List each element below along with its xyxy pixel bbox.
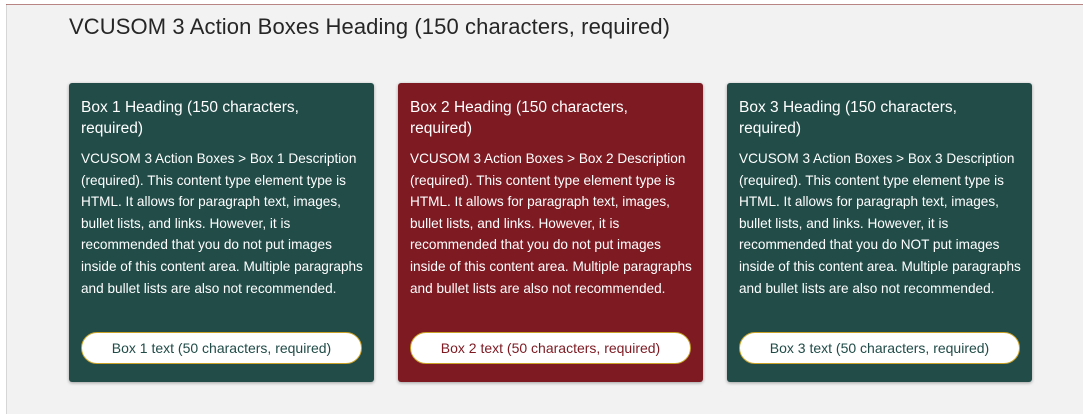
box-1-heading: Box 1 Heading (150 characters, required)	[81, 99, 299, 137]
action-box-2: Box 2 Heading (150 characters, required)…	[398, 83, 703, 382]
action-box-1: Box 1 Heading (150 characters, required)…	[69, 83, 374, 382]
box-3-button[interactable]: Box 3 text (50 characters, required)	[739, 332, 1020, 364]
box-3-description: VCUSOM 3 Action Boxes > Box 3 Descriptio…	[739, 151, 1021, 296]
action-box-3: Box 3 Heading (150 characters, required)…	[727, 83, 1032, 382]
box-3-heading: Box 3 Heading (150 characters, required)	[739, 99, 957, 137]
box-1-button[interactable]: Box 1 text (50 characters, required)	[81, 332, 362, 364]
box-1-description: VCUSOM 3 Action Boxes > Box 1 Descriptio…	[81, 151, 363, 296]
box-2-heading: Box 2 Heading (150 characters, required)	[410, 99, 628, 137]
section-heading: VCUSOM 3 Action Boxes Heading (150 chara…	[69, 14, 671, 39]
box-2-button[interactable]: Box 2 text (50 characters, required)	[410, 332, 691, 364]
top-divider	[6, 4, 1083, 5]
box-2-description: VCUSOM 3 Action Boxes > Box 2 Descriptio…	[410, 151, 692, 296]
